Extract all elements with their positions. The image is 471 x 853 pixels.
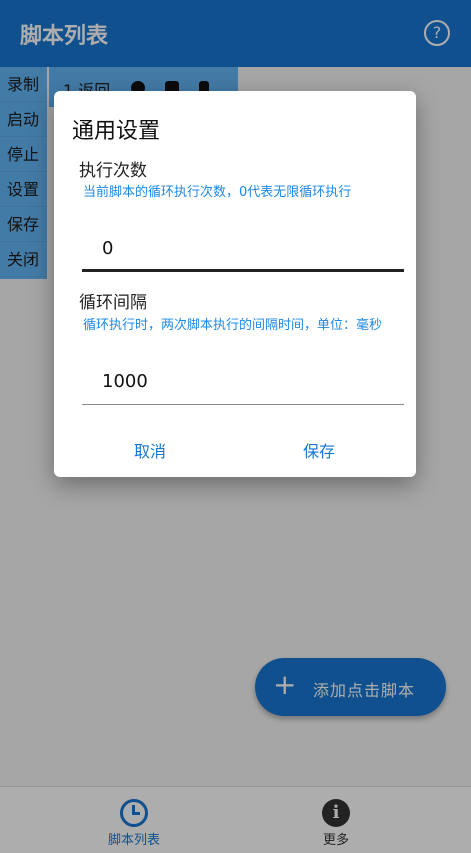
loop-interval-label: 循环间隔: [79, 293, 147, 313]
exec-count-underline: [82, 269, 404, 272]
cancel-button[interactable]: 取消: [134, 438, 166, 462]
exec-count-input[interactable]: [82, 234, 404, 262]
loop-interval-underline: [82, 404, 404, 405]
save-button[interactable]: 保存: [303, 438, 335, 462]
loop-interval-hint: 循环执行时，两次脚本执行的间隔时间，单位：毫秒: [83, 318, 383, 333]
exec-count-hint: 当前脚本的循环执行次数，0代表无限循环执行: [83, 185, 352, 200]
loop-interval-input[interactable]: [82, 367, 404, 395]
exec-count-label: 执行次数: [79, 161, 147, 181]
dialog-title: 通用设置: [72, 119, 161, 144]
general-settings-dialog: 通用设置 执行次数 当前脚本的循环执行次数，0代表无限循环执行 循环间隔 循环执…: [54, 91, 416, 477]
